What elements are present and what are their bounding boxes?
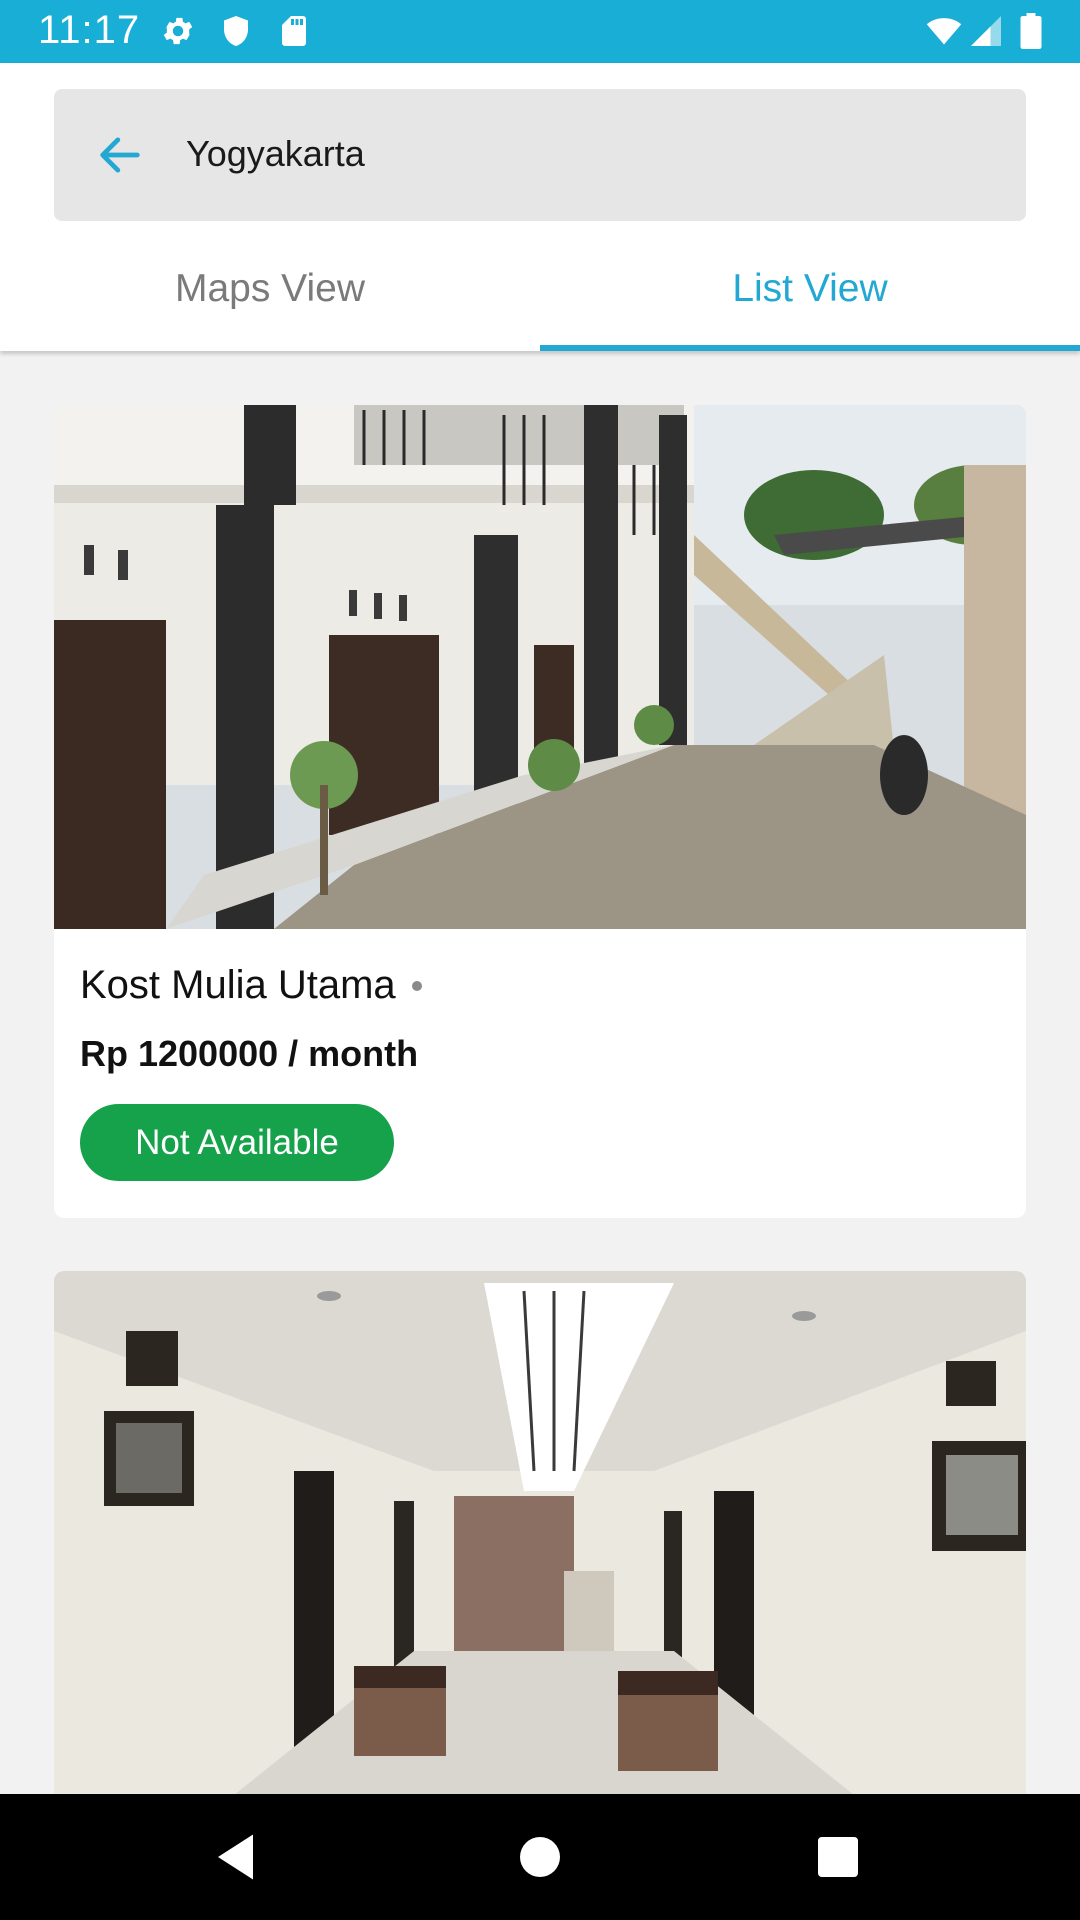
system-nav-bar xyxy=(0,1794,1080,1920)
listing-card[interactable]: Kost Mulia Utama Rp 1200000 / month Not … xyxy=(54,405,1026,1218)
listing-photo-courtyard xyxy=(54,405,1026,929)
home-circle-icon[interactable] xyxy=(510,1827,570,1887)
gear-icon xyxy=(163,17,193,45)
sd-card-icon xyxy=(282,16,306,46)
search-box[interactable]: Yogyakarta xyxy=(54,89,1026,221)
status-bar: 11:17 xyxy=(0,0,1080,63)
signal-icon xyxy=(971,16,1001,46)
recents-square-icon[interactable] xyxy=(808,1827,868,1887)
app-header: Yogyakarta Maps View List View xyxy=(0,63,1080,351)
listing-title: Kost Mulia Utama xyxy=(80,963,396,1007)
wifi-icon xyxy=(926,18,962,45)
listing-card[interactable] xyxy=(54,1271,1026,1811)
tab-maps-view[interactable]: Maps View xyxy=(0,263,540,351)
view-tabs: Maps View List View xyxy=(0,263,1080,351)
battery-icon xyxy=(1020,13,1042,49)
back-triangle-icon[interactable] xyxy=(208,1827,268,1887)
listing-title-row: Kost Mulia Utama xyxy=(80,963,422,1008)
listing-photo-hallway xyxy=(54,1271,1026,1795)
shield-icon xyxy=(224,16,248,46)
tab-indicator xyxy=(540,345,1080,351)
listing-price: Rp 1200000 / month xyxy=(80,1033,419,1074)
title-dot xyxy=(411,980,422,991)
status-time: 11:17 xyxy=(38,8,141,52)
arrow-left-icon[interactable] xyxy=(94,129,146,181)
availability-badge: Not Available xyxy=(80,1104,394,1181)
search-input[interactable]: Yogyakarta xyxy=(186,133,365,175)
tab-list-view[interactable]: List View xyxy=(540,263,1080,351)
